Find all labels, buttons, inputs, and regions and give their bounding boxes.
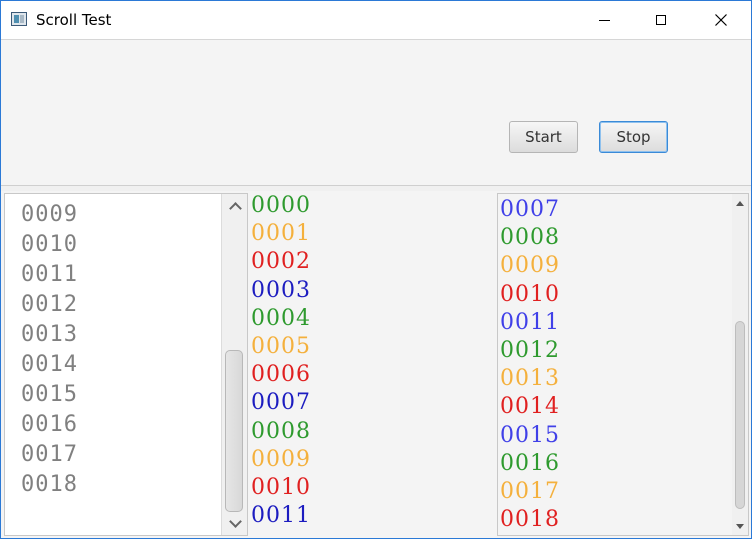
number-label: 0004 [251,305,311,331]
right-scrollbar[interactable] [732,194,748,535]
close-icon [715,14,727,26]
app-window-icon [11,12,27,26]
minimize-button[interactable] [581,1,627,39]
number-label: 0017 [500,479,560,504]
number-label: 0011 [500,309,560,335]
number-list[interactable]: 0009 0010 0011 0012 0013 0014 0015 0016 0017 0018 [4,193,248,536]
chevron-up-icon [228,201,242,215]
start-button[interactable]: Start [509,121,578,153]
number-label: 0003 [251,277,311,303]
close-button[interactable] [698,1,744,39]
maximize-button[interactable] [638,1,684,39]
right-scroll-pane[interactable]: 0007 0008 0009 0010 0011 0012 0013 0014 0015 0016… [497,193,749,536]
stop-button[interactable]: Stop [599,121,668,153]
list-item[interactable]: 0015 [21,382,78,407]
title-bar[interactable]: Scroll Test [1,1,751,39]
number-label: 0011 [251,503,311,529]
number-label: 0008 [251,418,311,444]
middle-number-column: 0000 0001 0002 0003 0004 0005 0006 0007 0008 0009… [249,193,495,536]
number-label: 0018 [500,507,560,533]
number-label: 0008 [500,225,560,251]
number-label: 0002 [251,249,311,275]
number-label: 0014 [500,394,560,420]
number-label: 0005 [251,334,311,359]
list-item[interactable]: 0016 [21,412,78,437]
list-item[interactable]: 0009 [21,202,78,227]
list-item[interactable]: 0011 [21,262,78,287]
number-label: 0013 [500,366,560,392]
maximize-icon [656,15,666,25]
list-scrollbar[interactable] [221,194,247,535]
number-label: 0009 [500,253,560,279]
chevron-up-icon [736,200,744,206]
chevron-down-icon [736,523,744,529]
number-label: 0010 [500,281,560,307]
number-label: 0007 [251,390,311,416]
number-label: 0012 [500,338,560,363]
right-scroll-up-button[interactable] [732,196,748,210]
number-label: 0009 [251,446,311,472]
chevron-down-icon [228,514,242,528]
number-label: 0010 [251,475,311,500]
list-item[interactable]: 0014 [21,352,78,377]
number-label: 0016 [500,450,560,476]
list-item[interactable]: 0018 [21,472,78,497]
split-pane-divider[interactable] [1,185,751,191]
number-label: 0007 [500,197,560,222]
list-item[interactable]: 0017 [21,442,78,467]
control-pane: Start Stop [1,39,751,185]
scroll-down-button[interactable] [222,513,247,533]
minimize-icon [598,19,610,21]
list-item[interactable]: 0012 [21,292,78,317]
right-scroll-down-button[interactable] [732,519,748,533]
list-item[interactable]: 0010 [21,232,78,257]
scroll-up-button[interactable] [222,196,247,216]
number-label: 0015 [500,422,560,448]
right-scrollbar-thumb[interactable] [735,321,745,509]
number-label: 0006 [251,362,311,388]
window-title: Scroll Test [36,11,112,29]
list-item[interactable]: 0013 [21,322,78,347]
scrollbar-thumb[interactable] [225,350,243,512]
app-window: Scroll Test Start Stop 0009 0010 0011 0012 0… [0,0,752,539]
number-label: 0001 [251,221,311,247]
number-label: 0000 [251,193,311,218]
